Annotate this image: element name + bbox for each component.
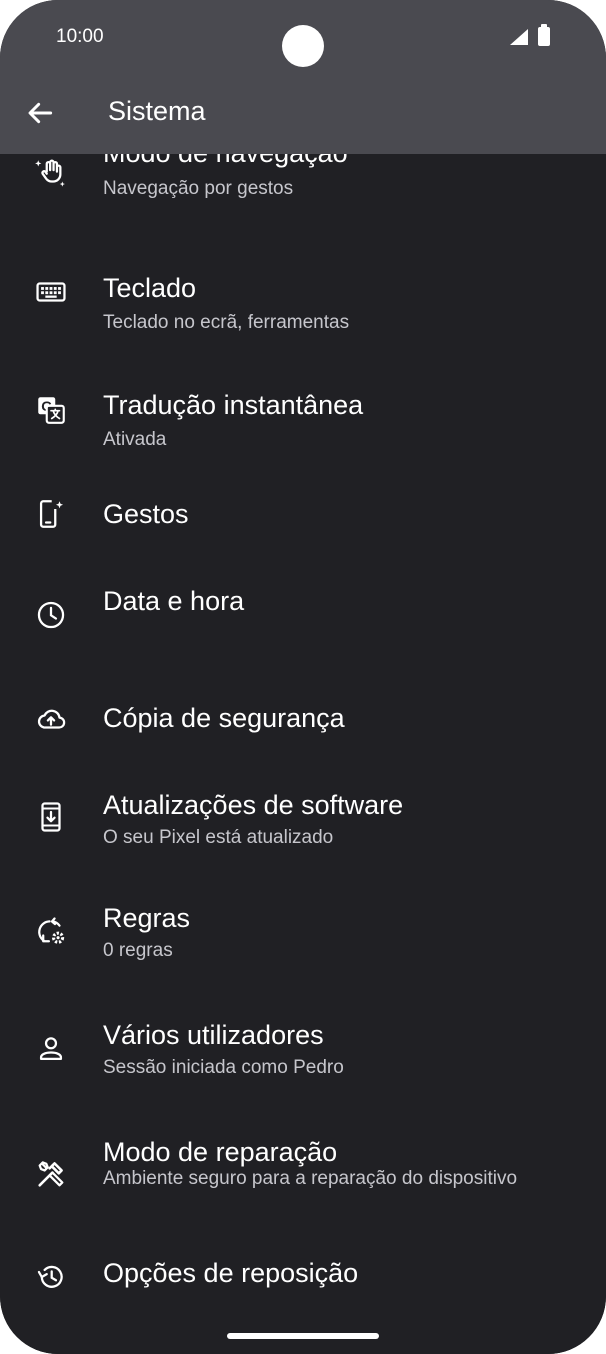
item-sublabel: Sessão iniciada como Pedro xyxy=(103,1057,344,1078)
rules-icon xyxy=(38,917,65,944)
navigation-gesture-icon xyxy=(35,159,65,187)
status-time: 10:00 xyxy=(56,26,104,47)
repair-tools-icon xyxy=(38,1161,64,1187)
gestures-phone-icon xyxy=(39,500,64,528)
reset-options-label: Opções de reposição xyxy=(103,1258,359,1288)
item-label: Modo de reparação xyxy=(103,1137,338,1167)
list-item-gestures[interactable]: Gestos xyxy=(0,495,606,595)
item-label: Gestos xyxy=(103,499,189,529)
list-item-software-updates[interactable]: Atualizações de software O seu Pixel est… xyxy=(0,786,606,886)
item-sublabel: Ambiente seguro para a reparação do disp… xyxy=(103,1168,518,1189)
keyboard-icon xyxy=(36,282,66,302)
item-sublabel: Teclado no ecrã, ferramentas xyxy=(103,312,350,333)
home-indicator[interactable] xyxy=(227,1333,379,1339)
top-app-bar: 10:00 Sistema xyxy=(0,0,606,154)
item-sublabel: 0 regras xyxy=(103,940,173,961)
item-label: Vários utilizadores xyxy=(103,1020,324,1050)
item-label: Modo de navegação xyxy=(103,154,348,169)
phone-screen: Modo de navegação Navegação por gestos T… xyxy=(0,0,606,1354)
clock-icon xyxy=(37,601,65,629)
item-label: Data e hora xyxy=(103,586,245,616)
front-camera xyxy=(282,25,324,67)
item-label: Teclado xyxy=(103,273,197,303)
list-item-date-time[interactable]: Data e hora xyxy=(0,582,606,682)
list-item-rules[interactable]: Regras 0 regras xyxy=(0,899,606,999)
cloud-upload-icon xyxy=(37,709,66,729)
item-label: Regras xyxy=(103,903,191,933)
list-item-navigation-mode[interactable]: Modo de navegação Navegação por gestos xyxy=(0,154,606,244)
signal-icon xyxy=(510,29,528,45)
list-item-multiple-users[interactable]: Vários utilizadores Sessão iniciada como… xyxy=(0,1016,606,1116)
system-update-icon xyxy=(41,802,61,832)
item-sublabel: Ativada xyxy=(103,429,167,450)
list-item-repair-mode[interactable]: Modo de reparação Ambiente seguro para a… xyxy=(0,1137,606,1216)
item-label: Tradução instantânea xyxy=(103,390,364,420)
list-item-keyboard[interactable]: Teclado Teclado no ecrã, ferramentas xyxy=(0,261,606,361)
list-item-live-translate[interactable]: G Tradução instantânea Ativada xyxy=(0,378,606,478)
translate-icon: G xyxy=(38,397,65,424)
item-sublabel: O seu Pixel está atualizado xyxy=(103,827,334,848)
page-title: Sistema xyxy=(108,96,206,126)
list-item-backup[interactable]: Cópia de segurança xyxy=(0,699,606,799)
item-label: Cópia de segurança xyxy=(103,703,345,733)
person-icon xyxy=(39,1037,63,1061)
back-arrow-icon[interactable] xyxy=(24,97,56,129)
item-sublabel: Navegação por gestos xyxy=(103,178,294,199)
settings-list[interactable]: Modo de navegação Navegação por gestos T… xyxy=(0,154,606,1216)
item-label: Atualizações de software xyxy=(103,790,404,820)
history-icon xyxy=(37,1265,63,1288)
battery-icon xyxy=(538,24,550,46)
